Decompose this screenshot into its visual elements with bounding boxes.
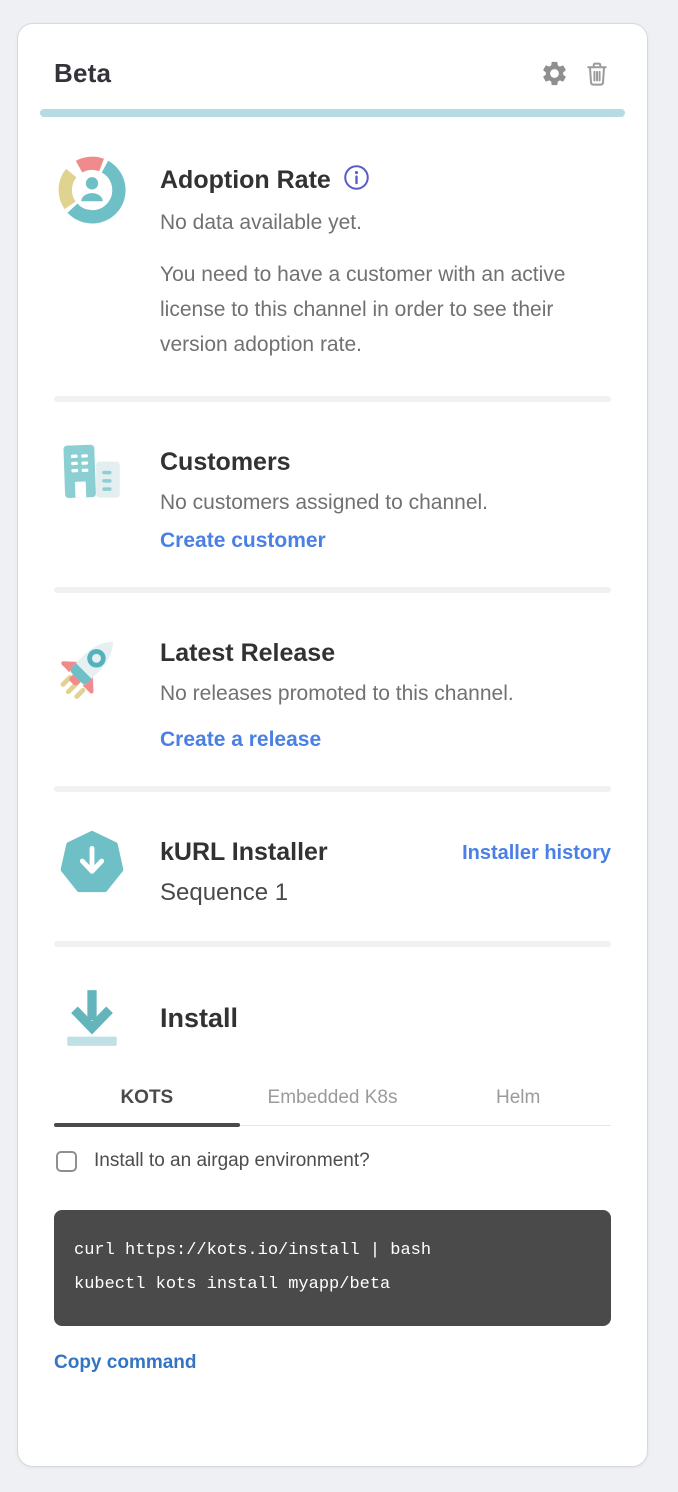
install-command-code-block: curl https://kots.io/install | bashkubec… <box>54 1210 611 1326</box>
adoption-empty-title: No data available yet. <box>160 211 611 235</box>
create-release-link[interactable]: Create a release <box>160 728 321 752</box>
buildings-icon <box>54 438 130 553</box>
channel-title: Beta <box>54 58 111 89</box>
kurl-heptagon-icon <box>54 828 130 907</box>
airgap-row: Install to an airgap environment? <box>54 1150 611 1172</box>
adoption-empty-body: You need to have a customer with an acti… <box>160 257 580 362</box>
customers-title: Customers <box>160 448 611 477</box>
card-header: Beta <box>54 58 611 89</box>
kurl-installer-title: kURL Installer <box>160 838 328 867</box>
channel-card: Beta <box>17 23 648 1467</box>
section-latest-release: Latest Release No releases promoted to t… <box>54 593 611 752</box>
copy-command-link[interactable]: Copy command <box>54 1352 197 1374</box>
latest-release-title: Latest Release <box>160 639 611 668</box>
kurl-sequence-label: Sequence 1 <box>160 879 328 907</box>
create-customer-link[interactable]: Create customer <box>160 529 326 553</box>
adoption-donut-icon <box>54 153 130 362</box>
airgap-label: Install to an airgap environment? <box>94 1150 370 1172</box>
tab-helm[interactable]: Helm <box>425 1081 611 1125</box>
install-tabs: KOTS Embedded K8s Helm <box>54 1081 611 1126</box>
section-adoption-rate: Adoption Rate No data available yet. You… <box>54 117 611 362</box>
adoption-rate-title: Adoption Rate <box>160 166 331 195</box>
code-line-2: kubectl kots install myapp/beta <box>74 1268 591 1302</box>
tab-kots[interactable]: KOTS <box>54 1081 240 1125</box>
channel-accent-bar <box>40 109 625 117</box>
trash-icon[interactable] <box>583 59 611 88</box>
install-title: Install <box>160 1003 238 1034</box>
rocket-icon <box>54 629 130 752</box>
header-actions <box>540 59 611 88</box>
tab-embedded-k8s[interactable]: Embedded K8s <box>240 1081 426 1125</box>
section-kurl-installer: kURL Installer Sequence 1 Installer hist… <box>54 792 611 907</box>
section-install: Install <box>54 947 611 1051</box>
customers-empty-title: No customers assigned to channel. <box>160 491 611 515</box>
installer-history-link[interactable]: Installer history <box>462 838 611 865</box>
info-icon[interactable] <box>343 164 370 198</box>
release-empty-title: No releases promoted to this channel. <box>160 682 611 706</box>
section-customers: Customers No customers assigned to chann… <box>54 402 611 553</box>
gear-icon[interactable] <box>540 59 569 88</box>
code-line-1: curl https://kots.io/install | bash <box>74 1234 591 1268</box>
airgap-checkbox[interactable] <box>56 1151 77 1172</box>
download-arrow-icon <box>54 985 130 1051</box>
